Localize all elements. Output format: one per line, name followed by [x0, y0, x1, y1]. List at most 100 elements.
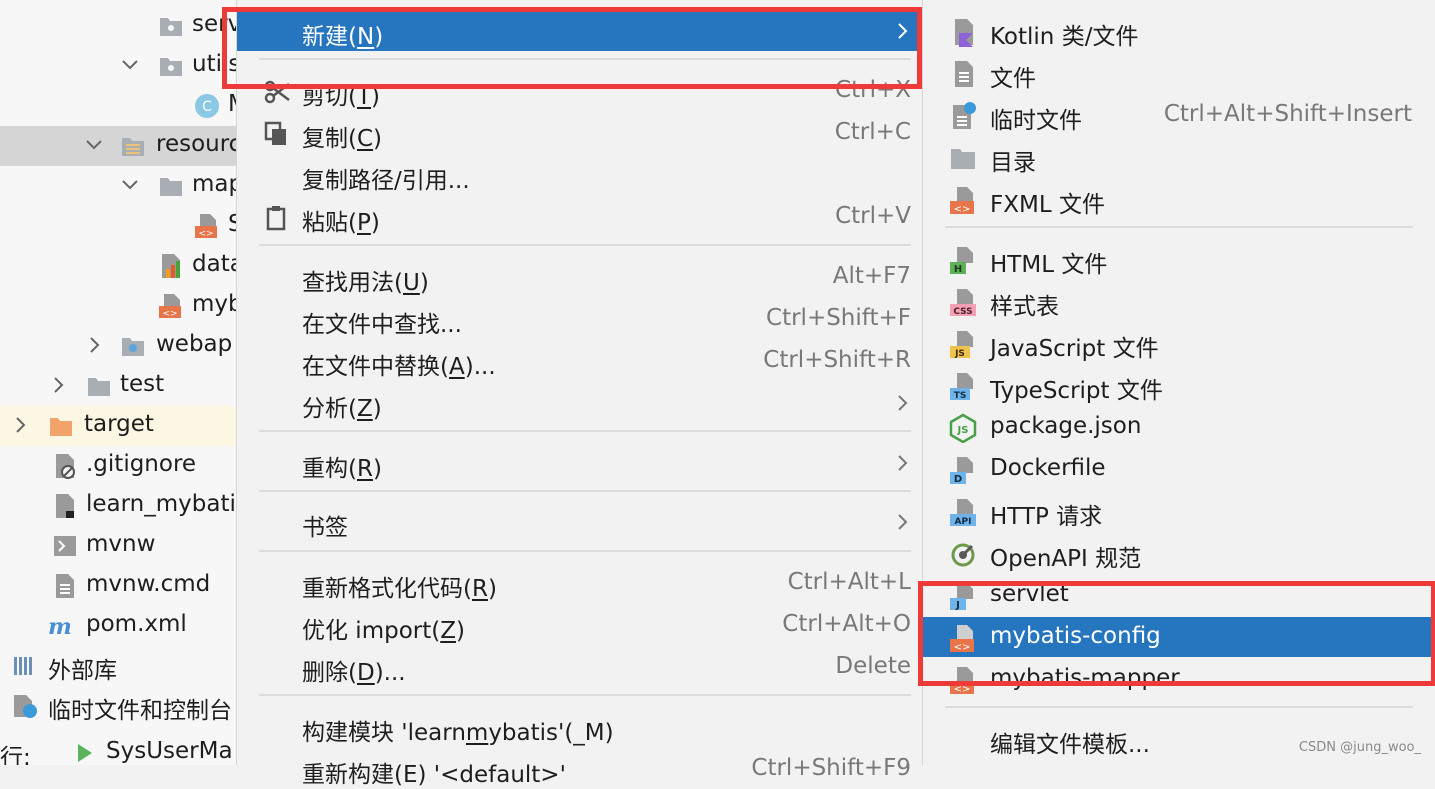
submenu-separator [945, 226, 1413, 228]
menu-item-analyze[interactable]: 分析(Z) [237, 383, 923, 423]
tree-row-label: utils [192, 51, 236, 77]
menu-item-label: 重新构建(E) '<default>' [302, 762, 566, 788]
run-icon[interactable] [72, 740, 98, 765]
tree-row-class[interactable]: C M [0, 86, 236, 126]
servlet-icon: J [950, 583, 973, 611]
menu-shortcut: Ctrl+X [835, 77, 911, 103]
menu-item-cut[interactable]: 剪切(T) Ctrl+X [237, 71, 923, 111]
folder-icon [160, 178, 182, 196]
menu-item-find-usages[interactable]: 查找用法(U) Alt+F7 [237, 257, 923, 297]
menu-item-find-in-files[interactable]: 在文件中查找... Ctrl+Shift+F [237, 299, 923, 339]
tree-row-mapper[interactable]: map [0, 166, 236, 206]
tree-row-utils[interactable]: utils [0, 46, 236, 86]
tree-row-external-libs[interactable]: 外部库 [0, 646, 236, 686]
chevron-down-icon[interactable] [118, 53, 142, 77]
menu-item-delete[interactable]: 删除(D)... Delete [237, 647, 923, 687]
chevron-right-icon[interactable] [82, 333, 106, 357]
java-class-icon: C [195, 94, 219, 118]
svg-text:CSS: CSS [953, 307, 972, 317]
submenu-item-servlet[interactable]: J servlet [923, 575, 1435, 615]
submenu-item-typescript[interactable]: TS TypeScript 文件 [923, 365, 1435, 405]
menu-item-paste[interactable]: 粘贴(P) Ctrl+V [237, 197, 923, 237]
menu-item-build-module[interactable]: 构建模块 'learnmybatis'(_M) [237, 707, 923, 747]
submenu-item-label: OpenAPI 规范 [990, 546, 1142, 572]
excluded-folder-icon [50, 418, 72, 436]
menu-shortcut: Ctrl+Alt+L [787, 569, 911, 595]
status-row: 行: SysUserMa [0, 733, 236, 765]
submenu-item-label: 目录 [990, 150, 1036, 176]
menu-item-optimize-imports[interactable]: 优化 import(Z) Ctrl+Alt+O [237, 605, 923, 645]
submenu-item-label: FXML 文件 [990, 192, 1105, 218]
submenu-item-label: mybatis-config [990, 623, 1161, 649]
chevron-right-icon[interactable] [46, 373, 70, 397]
tree-row-datasource[interactable]: data [0, 246, 236, 286]
tree-row-label: map [192, 171, 236, 197]
submenu-item-openapi[interactable]: OpenAPI 规范 [923, 533, 1435, 573]
javascript-icon: JS [950, 331, 973, 359]
kotlin-icon [955, 19, 973, 47]
tree-row-mvnw[interactable]: mvnw [0, 526, 236, 566]
run-config-tab[interactable]: SysUserMa [106, 738, 233, 764]
module-file-icon [56, 494, 74, 518]
submenu-item-scratch-file[interactable]: 临时文件 Ctrl+Alt+Shift+Insert [923, 95, 1435, 135]
menu-item-label: 构建模块 'learnmybatis'(_M) [302, 720, 614, 746]
submenu-item-kotlin[interactable]: Kotlin 类/文件 [923, 11, 1435, 51]
submenu-item-mybatis-mapper[interactable]: <> mybatis-mapper [923, 659, 1435, 699]
tree-row-label: resourc [156, 131, 236, 157]
menu-shortcut: Ctrl+Shift+F [766, 305, 911, 331]
tree-row-resources[interactable]: resourc [0, 126, 236, 166]
tree-row-label: 外部库 [48, 658, 117, 684]
tree-row-iml[interactable]: learn_mybatis [0, 486, 236, 526]
tree-row-label: .gitignore [86, 451, 197, 477]
svg-text:<>: <> [162, 309, 177, 319]
menu-item-label: 剪切(T) [302, 84, 381, 110]
menu-separator [259, 550, 911, 552]
chevron-down-icon[interactable] [82, 133, 106, 157]
tree-row-label: 临时文件和控制台 [48, 698, 232, 724]
chevron-down-icon[interactable] [118, 173, 142, 197]
tree-row-pom[interactable]: m pom.xml [0, 606, 236, 646]
menu-item-refactor[interactable]: 重构(R) [237, 443, 923, 483]
package-folder-icon [160, 58, 182, 76]
tree-row-mybatis-xml[interactable]: <> myb [0, 286, 236, 326]
tree-row-mvnw-cmd[interactable]: mvnw.cmd [0, 566, 236, 606]
menu-item-label: 重构(R) [302, 456, 382, 482]
submenu-item-fxml[interactable]: <> FXML 文件 [923, 179, 1435, 219]
menu-item-replace-in-files[interactable]: 在文件中替换(A)... Ctrl+Shift+R [237, 341, 923, 381]
menu-item-bookmarks[interactable]: 书签 [237, 502, 923, 542]
library-icon [14, 657, 32, 675]
tree-row-label: learn_mybatis [86, 491, 236, 517]
submenu-item-http-request[interactable]: API HTTP 请求 [923, 491, 1435, 531]
tree-row-webapp[interactable]: webap [0, 326, 236, 366]
submenu-item-html[interactable]: H HTML 文件 [923, 239, 1435, 279]
submenu-item-label: Dockerfile [990, 455, 1106, 481]
menu-item-reformat-code[interactable]: 重新格式化代码(R) Ctrl+Alt+L [237, 563, 923, 603]
submenu-item-dockerfile[interactable]: D Dockerfile [923, 449, 1435, 489]
svg-text:API: API [955, 517, 972, 527]
menu-item-label: 在文件中替换(A)... [302, 354, 496, 380]
svg-text:H: H [954, 264, 962, 275]
submenu-item-label: TypeScript 文件 [990, 378, 1163, 404]
menu-item-rebuild[interactable]: 重新构建(E) '<default>' Ctrl+Shift+F9 [237, 749, 923, 789]
tree-row-service[interactable]: serv [0, 6, 236, 46]
submenu-item-mybatis-config[interactable]: <> mybatis-config [923, 617, 1435, 657]
tree-row-label: target [84, 411, 154, 437]
tree-row-target[interactable]: target [0, 406, 236, 446]
menu-item-copy[interactable]: 复制(C) Ctrl+C [237, 113, 923, 153]
submenu-item-file[interactable]: 文件 [923, 53, 1435, 93]
menu-item-new[interactable]: 新建(N) [237, 11, 923, 51]
tree-row-mapper-xml[interactable]: <> S [0, 206, 236, 246]
submenu-item-package-json[interactable]: JS package.json [923, 407, 1435, 447]
chevron-right-icon[interactable] [8, 413, 32, 437]
scissors-icon [264, 80, 290, 104]
submenu-item-directory[interactable]: 目录 [923, 137, 1435, 177]
tree-row-scratches[interactable]: 临时文件和控制台 [0, 686, 236, 726]
tree-row-gitignore[interactable]: .gitignore [0, 446, 236, 486]
submenu-item-javascript[interactable]: JS JavaScript 文件 [923, 323, 1435, 363]
menu-separator [259, 490, 911, 492]
file-icon [955, 61, 973, 87]
copy-icon [264, 121, 286, 145]
submenu-item-stylesheet[interactable]: CSS 样式表 [923, 281, 1435, 321]
menu-item-copy-path[interactable]: 复制路径/引用... [237, 155, 923, 195]
tree-row-test[interactable]: test [0, 366, 236, 406]
